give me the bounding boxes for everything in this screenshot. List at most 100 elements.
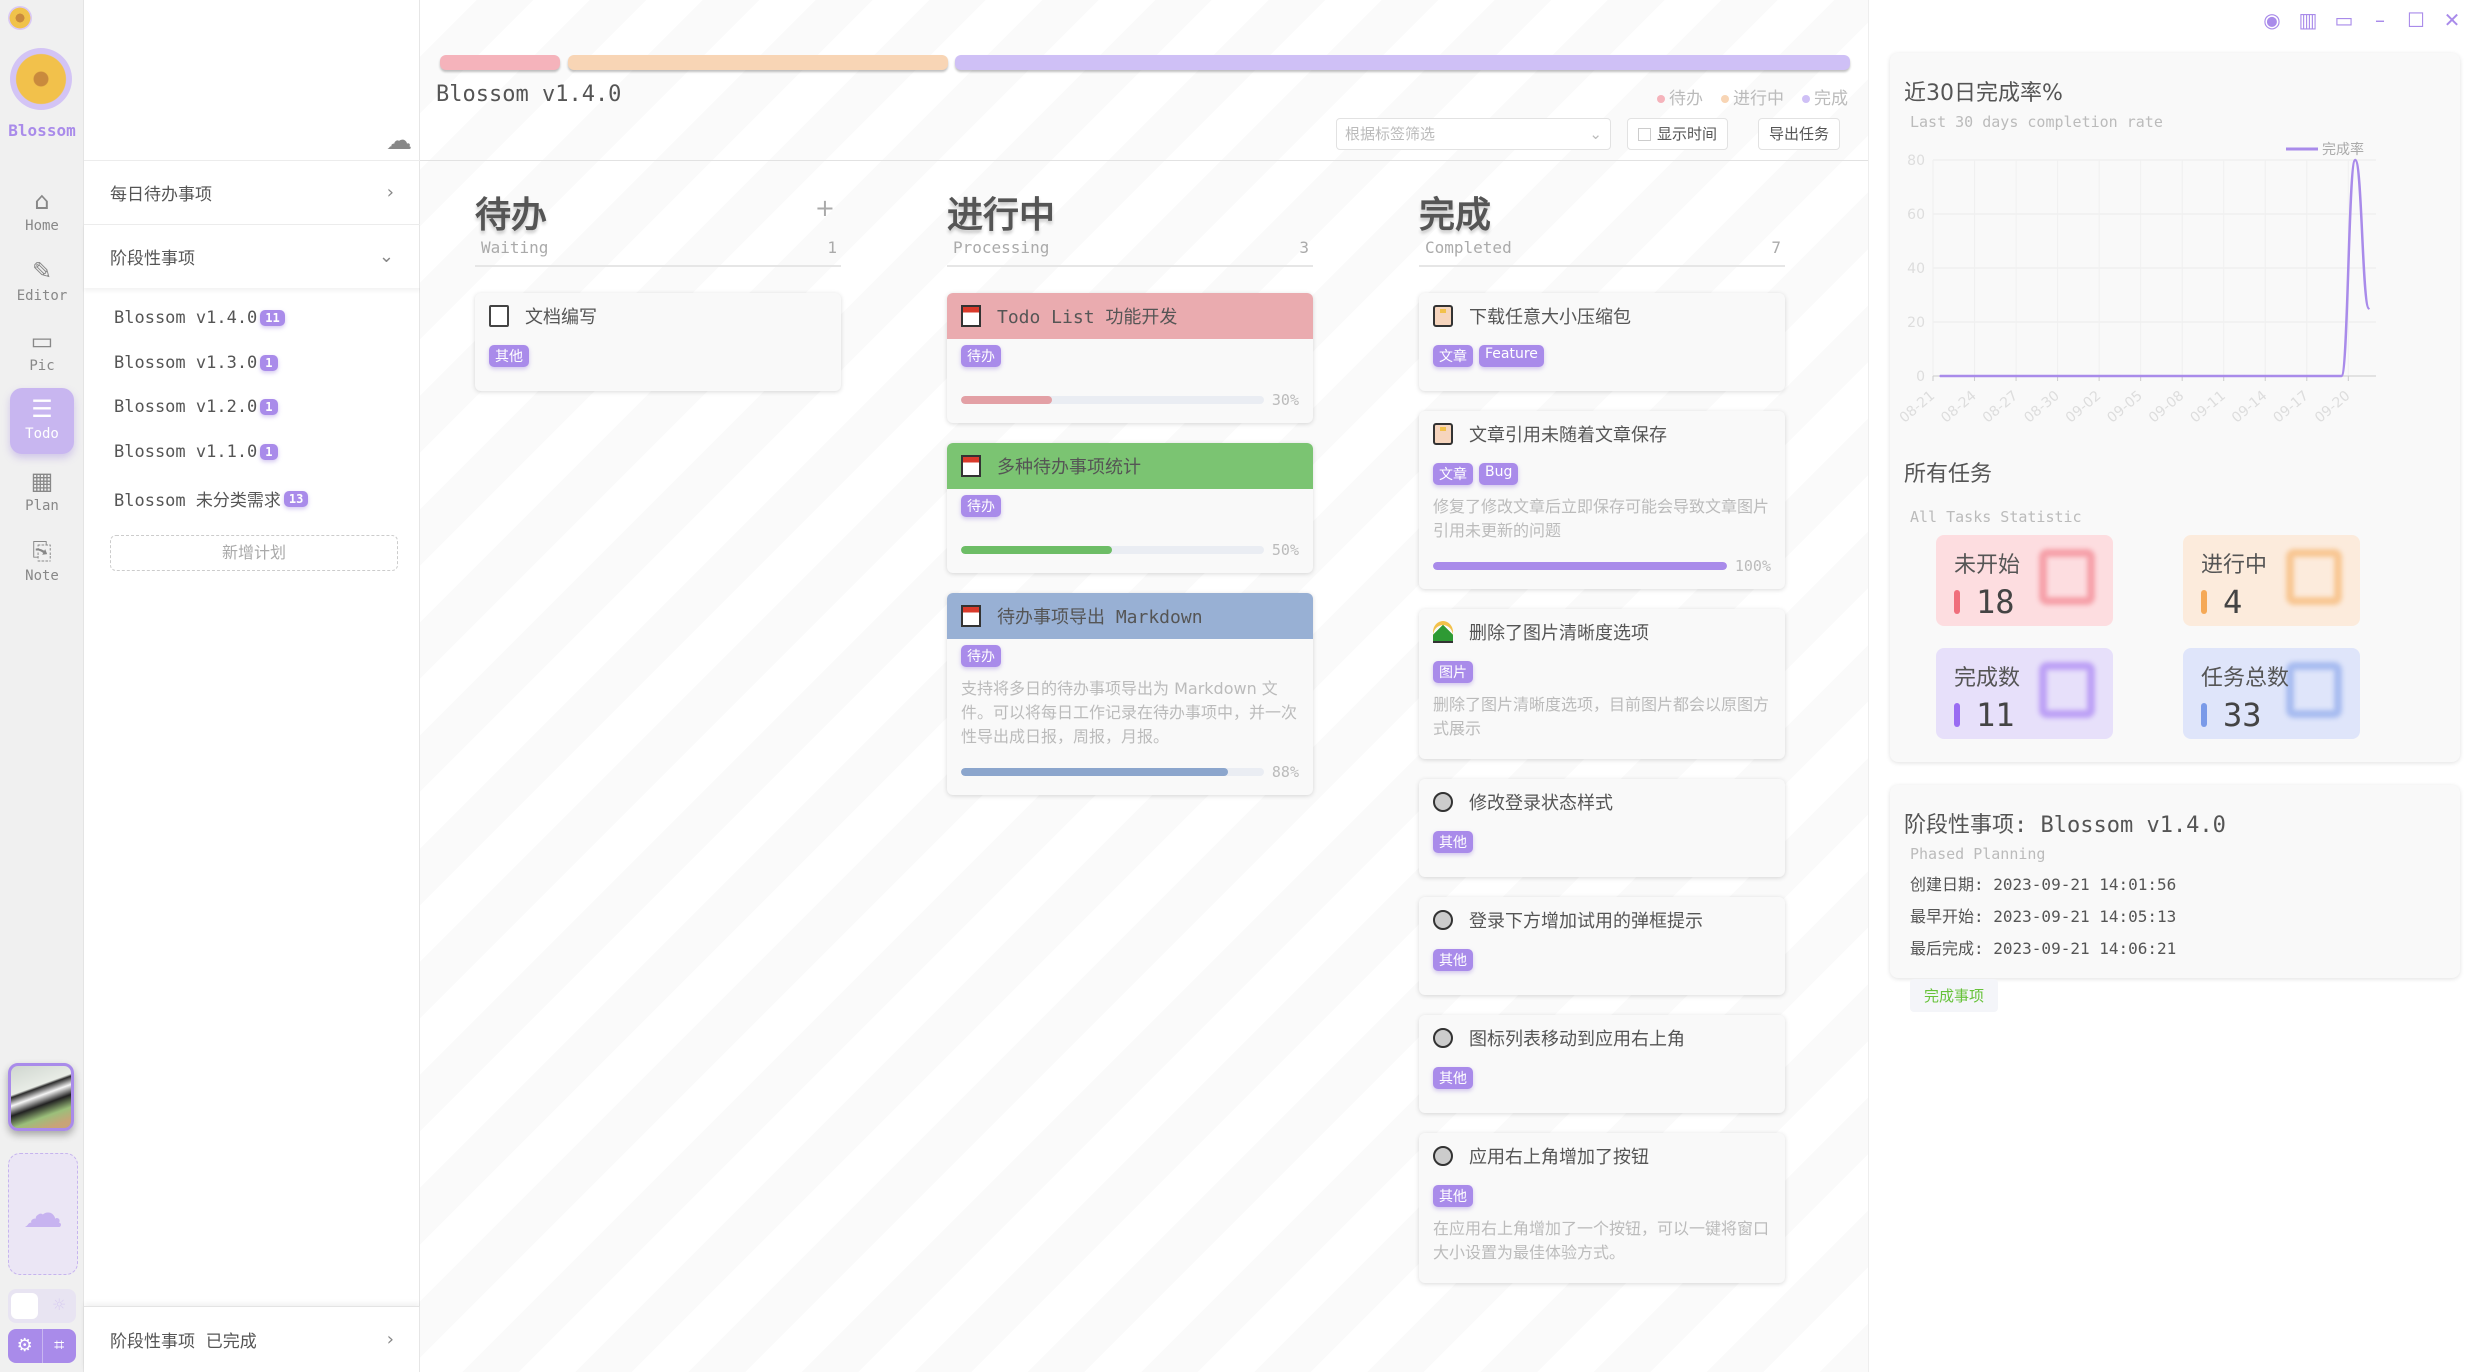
- card-body: 其他 在应用右上角增加了一个按钮，可以一键将窗口大小设置为最佳体验方式。: [1419, 1179, 1785, 1283]
- plan-count-badge: 13: [283, 490, 309, 507]
- user-avatar[interactable]: [8, 1063, 74, 1131]
- earliest-start: 最早开始: 2023-09-21 14:05:13: [1910, 907, 2177, 926]
- waiting-progress-bar: [440, 55, 560, 70]
- nav-todo[interactable]: ☰ Todo: [10, 388, 74, 454]
- tag-badge: 其他: [1433, 949, 1473, 971]
- settings-button[interactable]: ⚙: [8, 1329, 42, 1363]
- x-tick-label: 09-05: [2104, 388, 2145, 426]
- kanban-main: Blossom v1.4.0 待办 进行中 完成 根据标签筛选 ⌄ 显示时间 导出…: [420, 0, 1868, 1372]
- new-plan-button[interactable]: 新增计划: [110, 535, 398, 571]
- plan-name: Blossom v1.3.0: [114, 352, 258, 373]
- tag-filter-select[interactable]: 根据标签筛选 ⌄: [1336, 118, 1611, 150]
- created-date: 创建日期: 2023-09-21 14:01:56: [1910, 875, 2177, 894]
- task-card[interactable]: 下载任意大小压缩包 文章 Feature: [1419, 293, 1785, 391]
- tag-badge: Bug: [1479, 463, 1519, 485]
- data-point: [2049, 375, 2052, 377]
- nav-plan[interactable]: ▦ Plan: [10, 460, 74, 526]
- task-card[interactable]: Todo List 功能开发 待办 30%: [947, 293, 1313, 423]
- data-point: [2063, 375, 2066, 377]
- card-title: 多种待办事项统计: [997, 457, 1141, 478]
- tag-badge: 图片: [1433, 661, 1473, 683]
- cloud-sync-icon[interactable]: ☁: [386, 126, 412, 156]
- calendar-icon: [961, 605, 981, 627]
- task-card[interactable]: 多种待办事项统计 待办 50%: [947, 443, 1313, 573]
- close-icon[interactable]: ✕: [2441, 8, 2463, 32]
- brand-logo[interactable]: [10, 48, 72, 110]
- calendar-plus-icon: [2286, 662, 2342, 718]
- data-point: [1994, 375, 1997, 377]
- nav-home[interactable]: ⌂ Home: [10, 180, 74, 246]
- task-card[interactable]: 文档编写 其他: [475, 293, 841, 391]
- card-list: 文档编写 其他: [475, 293, 841, 391]
- show-time-checkbox[interactable]: 显示时间: [1627, 118, 1729, 150]
- stat-value: 33: [2223, 696, 2262, 734]
- progress-percent: 88%: [1271, 763, 1299, 781]
- task-card[interactable]: 文章引用未随着文章保存 文章 Bug 修复了修改文章后立即保存可能会导致文章图片引用未…: [1419, 411, 1785, 589]
- plan-item[interactable]: Blossom v1.1.0 1: [114, 442, 278, 462]
- stat-marker: [1954, 590, 1960, 614]
- stat-tile: 完成数 11: [1936, 648, 2113, 739]
- plan-item[interactable]: Blossom 未分类需求 13: [114, 486, 309, 511]
- export-tasks-button[interactable]: 导出任务: [1758, 118, 1841, 150]
- record-icon[interactable]: ◉: [2261, 8, 2283, 32]
- task-card[interactable]: 登录下方增加试用的弹框提示 其他: [1419, 897, 1785, 995]
- x-tick-label: 08-24: [1938, 388, 1980, 426]
- notebook-icon: [1433, 305, 1453, 327]
- nav-label: Todo: [25, 426, 59, 442]
- stat-label: 任务总数: [2201, 666, 2290, 691]
- task-card[interactable]: 待办事项导出 Markdown 待办 支持将多日的待办事项导出为 Markdown …: [947, 593, 1313, 795]
- nav-pic[interactable]: ▭ Pic: [10, 320, 74, 386]
- task-card[interactable]: 修改登录状态样式 其他: [1419, 779, 1785, 877]
- add-task-button[interactable]: +: [815, 194, 835, 222]
- theme-toggle[interactable]: ☼: [8, 1289, 76, 1323]
- plan-item[interactable]: Blossom v1.2.0 1: [114, 397, 278, 417]
- plan-item[interactable]: Blossom v1.3.0 1: [114, 353, 278, 373]
- minimize-icon[interactable]: –: [2369, 8, 2391, 32]
- stat-marker: [2201, 590, 2207, 614]
- column-subheader: Completed 7: [1419, 232, 1785, 267]
- nav-note[interactable]: ⎘ Note: [10, 530, 74, 596]
- legend-completed: 完成: [1802, 84, 1848, 109]
- x-tick-label: 09-02: [2063, 388, 2104, 426]
- progress-percent: 100%: [1734, 557, 1771, 575]
- sidebar-phased[interactable]: 阶段性事项 ⌄: [84, 224, 420, 288]
- tag-badge: 其他: [489, 345, 529, 367]
- nav-rail: Blossom ⌂ Home ✎ Editor ▭ Pic ☰ Todo ▦ Plan ⎘ Note …: [0, 0, 84, 1372]
- tag-list: 文章 Bug: [1433, 463, 1771, 485]
- plan-item[interactable]: Blossom v1.4.0 11: [114, 308, 285, 328]
- data-point: [2146, 375, 2149, 377]
- tag-list: 其他: [1433, 1067, 1771, 1089]
- task-card[interactable]: 图标列表移动到应用右上角 其他: [1419, 1015, 1785, 1113]
- columns-icon[interactable]: ▥: [2297, 8, 2319, 32]
- upload-button[interactable]: ☁: [8, 1153, 78, 1275]
- y-tick-label: 20: [1907, 315, 1925, 331]
- nav-editor[interactable]: ✎ Editor: [10, 250, 74, 316]
- maximize-icon[interactable]: ☐: [2405, 8, 2427, 32]
- complete-phase-button[interactable]: 完成事项: [1910, 979, 1999, 1012]
- x-tick-label: 09-20: [2312, 388, 2353, 426]
- plan-name: Blossom v1.1.0: [114, 441, 258, 462]
- x-tick-label: 09-11: [2187, 388, 2228, 426]
- legend-processing: 进行中: [1721, 84, 1784, 109]
- circle-icon: [1433, 910, 1453, 930]
- crop-button[interactable]: ⌗: [41, 1329, 77, 1363]
- plan-count-badge: 1: [260, 354, 278, 371]
- data-point: [1980, 375, 1983, 377]
- x-tick-label: 09-17: [2270, 388, 2311, 426]
- data-point: [2132, 375, 2135, 377]
- sidebar-daily-todo[interactable]: 每日待办事项 ›: [84, 160, 420, 224]
- calendar-check-icon: [2039, 662, 2095, 718]
- task-card[interactable]: 删除了图片清晰度选项 图片 删除了图片清晰度选项，目前图片都会以原图方式展示: [1419, 609, 1785, 759]
- y-tick-label: 0: [1916, 369, 1925, 385]
- sidebar-phased-completed[interactable]: 阶段性事项 已完成 ›: [84, 1306, 420, 1372]
- nav-label: Pic: [29, 358, 55, 374]
- data-point: [2105, 375, 2107, 377]
- data-point: [2160, 375, 2163, 377]
- tag-badge: 其他: [1433, 1067, 1473, 1089]
- column-processing: 进行中 Processing 3 Todo List 功能开发 待办 30% 多种待办事项统…: [947, 186, 1313, 795]
- nav-label: Note: [25, 568, 59, 584]
- column-count: 7: [1771, 238, 1781, 257]
- column-subtitle: Waiting: [481, 238, 549, 257]
- task-card[interactable]: 应用右上角增加了按钮 其他 在应用右上角增加了一个按钮，可以一键将窗口大小设置为最佳…: [1419, 1133, 1785, 1283]
- monitor-icon[interactable]: ▭: [2333, 8, 2355, 32]
